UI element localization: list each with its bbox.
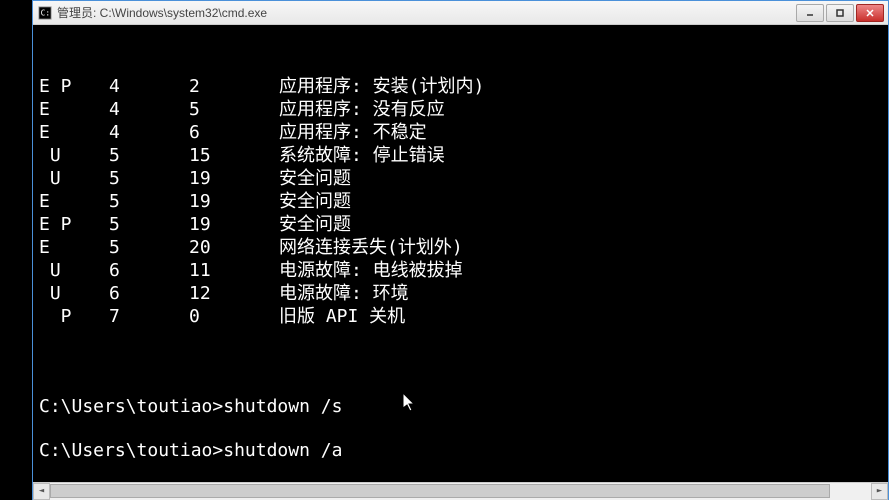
- scroll-track[interactable]: [50, 483, 871, 500]
- reason-desc: 安全问题: [279, 213, 882, 236]
- prompt: C:\Users\toutiao>: [39, 440, 223, 461]
- reason-flags: U: [39, 259, 109, 282]
- minimize-button[interactable]: [796, 4, 824, 22]
- reason-row: E45应用程序: 没有反应: [39, 98, 882, 121]
- reason-row: U515系统故障: 停止错误: [39, 144, 882, 167]
- reason-flags: U: [39, 282, 109, 305]
- reason-row: U612电源故障: 环境: [39, 282, 882, 305]
- reason-desc: 系统故障: 停止错误: [279, 144, 882, 167]
- reason-minor: 6: [189, 121, 279, 144]
- command-line: C:\Users\toutiao>shutdown /s: [39, 395, 882, 418]
- reason-row: U611电源故障: 电线被拔掉: [39, 259, 882, 282]
- reason-major: 4: [109, 75, 189, 98]
- reason-row: E46应用程序: 不稳定: [39, 121, 882, 144]
- reason-desc: 网络连接丢失(计划外): [279, 236, 882, 259]
- reason-major: 5: [109, 144, 189, 167]
- horizontal-scrollbar[interactable]: ◄ ►: [33, 482, 888, 499]
- reason-minor: 5: [189, 98, 279, 121]
- reason-major: 6: [109, 259, 189, 282]
- reason-minor: 19: [189, 213, 279, 236]
- scroll-right-button[interactable]: ►: [871, 483, 888, 500]
- command-text: shutdown /a: [223, 440, 342, 461]
- cmd-window: C: 管理员: C:\Windows\system32\cmd.exe E P4…: [32, 0, 889, 500]
- reason-minor: 15: [189, 144, 279, 167]
- reason-major: 7: [109, 305, 189, 328]
- reason-row: E P519安全问题: [39, 213, 882, 236]
- reason-desc: 安全问题: [279, 190, 882, 213]
- reason-flags: P: [39, 305, 109, 328]
- reason-desc: 应用程序: 不稳定: [279, 121, 882, 144]
- reason-row: E519安全问题: [39, 190, 882, 213]
- reason-major: 6: [109, 282, 189, 305]
- reason-flags: E: [39, 236, 109, 259]
- cmd-icon: C:: [37, 5, 53, 21]
- reason-desc: 应用程序: 没有反应: [279, 98, 882, 121]
- reason-row: E P42应用程序: 安装(计划内): [39, 75, 882, 98]
- reason-minor: 20: [189, 236, 279, 259]
- reason-flags: E: [39, 121, 109, 144]
- reason-major: 5: [109, 236, 189, 259]
- command-line: C:\Users\toutiao>shutdown /a: [39, 439, 882, 462]
- reason-row: E520网络连接丢失(计划外): [39, 236, 882, 259]
- reason-major: 4: [109, 98, 189, 121]
- svg-text:C:: C:: [41, 8, 50, 17]
- reason-flags: E P: [39, 213, 109, 236]
- reason-minor: 11: [189, 259, 279, 282]
- reason-desc: 安全问题: [279, 167, 882, 190]
- maximize-button[interactable]: [826, 4, 854, 22]
- reason-row: P70旧版 API 关机: [39, 305, 882, 328]
- close-button[interactable]: [856, 4, 884, 22]
- window-title: 管理员: C:\Windows\system32\cmd.exe: [57, 4, 794, 21]
- scroll-left-button[interactable]: ◄: [33, 483, 50, 500]
- reason-major: 5: [109, 213, 189, 236]
- reason-minor: 19: [189, 190, 279, 213]
- reason-desc: 旧版 API 关机: [279, 305, 882, 328]
- reason-minor: 19: [189, 167, 279, 190]
- reason-flags: U: [39, 167, 109, 190]
- reason-minor: 12: [189, 282, 279, 305]
- prompt: C:\Users\toutiao>: [39, 396, 223, 417]
- reason-flags: E: [39, 98, 109, 121]
- reason-desc: 电源故障: 环境: [279, 282, 882, 305]
- reason-row: U519安全问题: [39, 167, 882, 190]
- reason-desc: 应用程序: 安装(计划内): [279, 75, 882, 98]
- titlebar[interactable]: C: 管理员: C:\Windows\system32\cmd.exe: [33, 1, 888, 25]
- scroll-thumb[interactable]: [50, 484, 830, 498]
- reason-minor: 2: [189, 75, 279, 98]
- command-text: shutdown /s: [223, 396, 342, 417]
- reason-desc: 电源故障: 电线被拔掉: [279, 259, 882, 282]
- window-controls: [794, 4, 884, 22]
- reason-flags: E P: [39, 75, 109, 98]
- terminal-output[interactable]: E P42应用程序: 安装(计划内)E45应用程序: 没有反应E46应用程序: …: [33, 25, 888, 482]
- reason-major: 5: [109, 167, 189, 190]
- reason-flags: E: [39, 190, 109, 213]
- reason-major: 4: [109, 121, 189, 144]
- reason-minor: 0: [189, 305, 279, 328]
- reason-major: 5: [109, 190, 189, 213]
- reason-flags: U: [39, 144, 109, 167]
